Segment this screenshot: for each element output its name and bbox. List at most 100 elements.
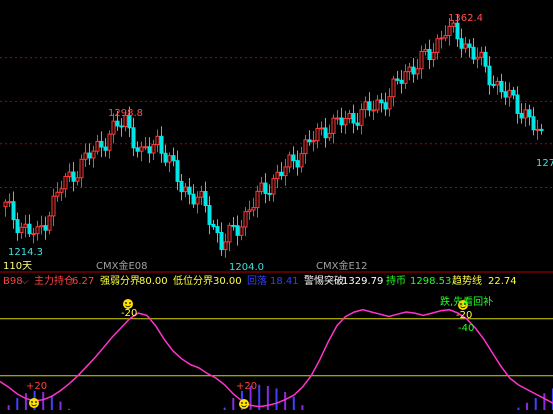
- candle[interactable]: [187, 186, 192, 195]
- candle[interactable]: [371, 109, 376, 112]
- candle[interactable]: [139, 146, 144, 152]
- candle[interactable]: [395, 78, 400, 81]
- candle[interactable]: [275, 171, 280, 180]
- candle[interactable]: [335, 117, 340, 120]
- candle[interactable]: [359, 109, 364, 126]
- candle[interactable]: [75, 177, 80, 182]
- candle[interactable]: [463, 43, 468, 49]
- candle[interactable]: [103, 146, 108, 151]
- candle[interactable]: [303, 139, 308, 155]
- candle[interactable]: [87, 152, 92, 159]
- chevron-down-icon[interactable]: ⌵: [21, 276, 29, 287]
- candle[interactable]: [399, 79, 404, 84]
- candle[interactable]: [175, 160, 180, 182]
- candle[interactable]: [383, 102, 388, 110]
- candle[interactable]: [323, 127, 328, 139]
- candle[interactable]: [55, 191, 60, 197]
- candle[interactable]: [23, 223, 28, 228]
- candle[interactable]: [339, 117, 344, 126]
- candle[interactable]: [267, 192, 272, 195]
- candle[interactable]: [83, 152, 88, 160]
- candle[interactable]: [467, 43, 472, 48]
- candle[interactable]: [79, 158, 84, 179]
- candle[interactable]: [471, 46, 476, 60]
- candle[interactable]: [99, 140, 104, 148]
- candle[interactable]: [211, 223, 216, 228]
- candle[interactable]: [499, 80, 504, 93]
- candle[interactable]: [411, 66, 416, 75]
- candle[interactable]: [15, 219, 20, 234]
- candle[interactable]: [287, 154, 292, 168]
- candle[interactable]: [167, 155, 172, 163]
- candle[interactable]: [131, 127, 136, 149]
- candle[interactable]: [239, 226, 244, 236]
- candle[interactable]: [243, 211, 248, 228]
- candle[interactable]: [307, 139, 312, 143]
- candle[interactable]: [431, 51, 436, 61]
- candle[interactable]: [159, 135, 164, 154]
- candle[interactable]: [231, 224, 236, 227]
- candle[interactable]: [459, 38, 464, 49]
- candle[interactable]: [327, 132, 332, 139]
- candle[interactable]: [423, 48, 428, 52]
- candle[interactable]: [363, 101, 368, 111]
- candle[interactable]: [251, 207, 256, 211]
- candle[interactable]: [203, 190, 208, 207]
- candle[interactable]: [279, 171, 284, 177]
- candle[interactable]: [67, 171, 72, 177]
- candle[interactable]: [183, 186, 188, 193]
- candle[interactable]: [403, 71, 408, 84]
- candle[interactable]: [407, 66, 412, 73]
- candle[interactable]: [283, 166, 288, 177]
- candle[interactable]: [259, 182, 264, 192]
- candle[interactable]: [523, 109, 528, 119]
- candle[interactable]: [531, 116, 536, 131]
- candle[interactable]: [111, 120, 116, 135]
- candle[interactable]: [527, 109, 532, 118]
- candle[interactable]: [391, 78, 396, 98]
- candle[interactable]: [415, 68, 420, 75]
- candle[interactable]: [247, 209, 252, 213]
- candle[interactable]: [439, 37, 444, 40]
- candle[interactable]: [151, 144, 156, 154]
- candle[interactable]: [319, 127, 324, 130]
- candle[interactable]: [7, 201, 12, 204]
- candle[interactable]: [47, 215, 52, 231]
- candle[interactable]: [479, 51, 484, 58]
- candle[interactable]: [39, 225, 44, 228]
- candle[interactable]: [455, 22, 460, 40]
- candle[interactable]: [483, 51, 488, 67]
- candle[interactable]: [367, 101, 372, 111]
- candle[interactable]: [51, 195, 56, 217]
- candle[interactable]: [35, 226, 40, 235]
- candle[interactable]: [435, 38, 440, 53]
- indicator-name[interactable]: B98: [3, 276, 23, 287]
- candle[interactable]: [539, 128, 544, 132]
- candle[interactable]: [163, 152, 168, 163]
- candle[interactable]: [331, 117, 336, 134]
- candle[interactable]: [19, 226, 24, 234]
- candle[interactable]: [143, 146, 148, 149]
- candle[interactable]: [27, 223, 32, 235]
- candle[interactable]: [443, 35, 448, 39]
- candle[interactable]: [31, 233, 36, 236]
- candle[interactable]: [219, 232, 224, 251]
- candle[interactable]: [315, 128, 320, 142]
- candle[interactable]: [91, 150, 96, 159]
- candle[interactable]: [507, 89, 512, 98]
- candle[interactable]: [495, 80, 500, 86]
- candle[interactable]: [263, 182, 268, 194]
- candle[interactable]: [235, 225, 240, 236]
- candle[interactable]: [43, 225, 48, 231]
- candle[interactable]: [475, 56, 480, 60]
- candle[interactable]: [299, 153, 304, 168]
- candle[interactable]: [387, 96, 392, 110]
- candle[interactable]: [503, 91, 508, 98]
- candle[interactable]: [71, 171, 76, 182]
- candle[interactable]: [59, 188, 64, 193]
- candle[interactable]: [215, 226, 220, 234]
- candle[interactable]: [379, 99, 384, 104]
- candle[interactable]: [419, 50, 424, 70]
- candle[interactable]: [375, 99, 380, 111]
- candle[interactable]: [199, 190, 204, 198]
